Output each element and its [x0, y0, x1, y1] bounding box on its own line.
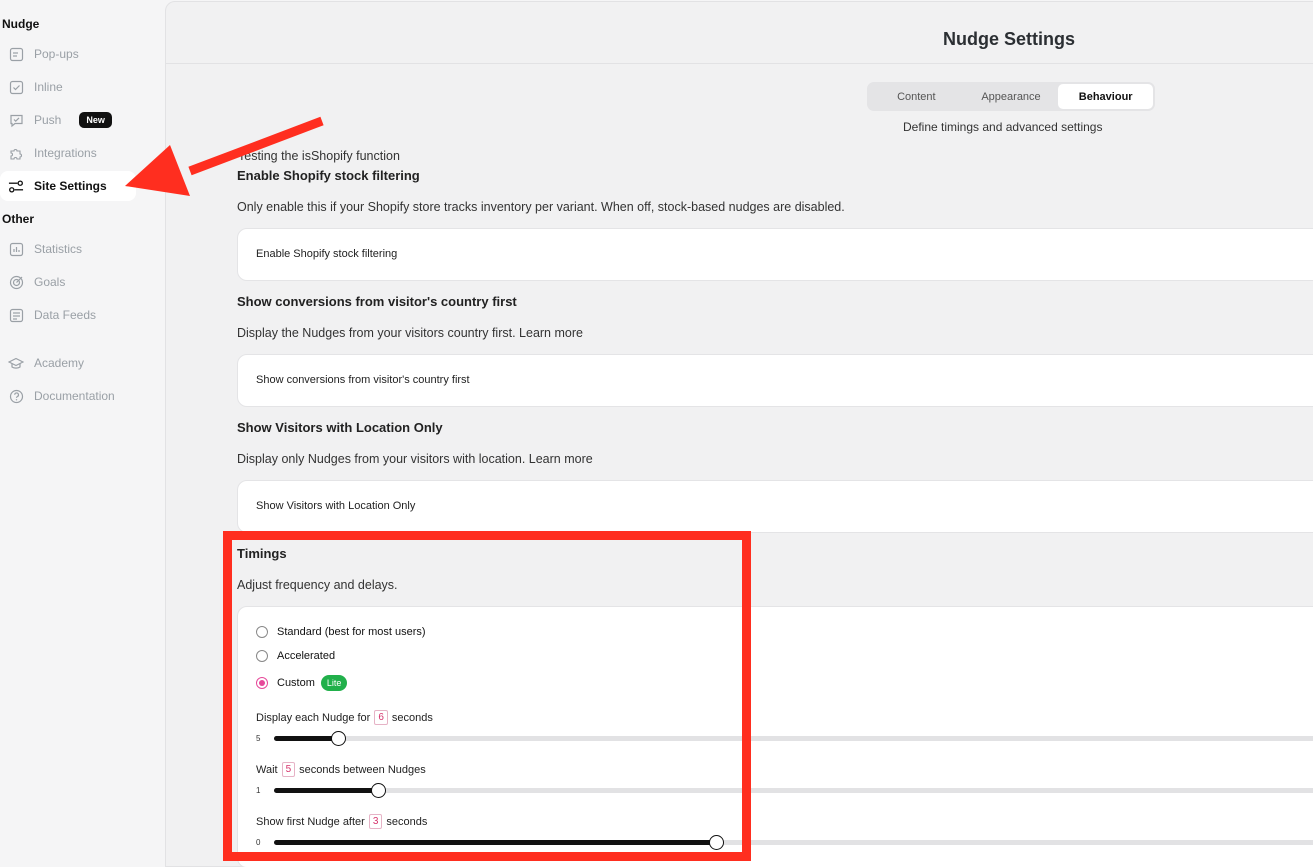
- sidebar-item-label: Documentation: [34, 389, 115, 403]
- sidebar-item-label: Integrations: [34, 146, 97, 160]
- shopify-toggle-label: Enable Shopify stock filtering: [256, 248, 398, 260]
- puzzle-icon: [8, 145, 24, 161]
- sidebar-item-label: Academy: [34, 356, 85, 370]
- data-feed-icon: [8, 307, 24, 323]
- sidebar: Nudge Pop-ups Inline Push New Integratio…: [0, 0, 142, 867]
- location-toggle-card[interactable]: Show Visitors with Location Only: [237, 480, 1313, 533]
- shopify-section-description: Only enable this if your Shopify store t…: [237, 200, 845, 214]
- location-section-description: Display only Nudges from your visitors w…: [237, 452, 593, 466]
- page-header: Nudge Settings: [166, 2, 1313, 64]
- graduation-cap-icon: [8, 355, 24, 371]
- sidebar-item-documentation[interactable]: Documentation: [0, 381, 136, 411]
- location-toggle-label: Show Visitors with Location Only: [256, 500, 416, 512]
- tab-content[interactable]: Content: [869, 84, 964, 109]
- statistics-icon: [8, 241, 24, 257]
- sidebar-item-integrations[interactable]: Integrations: [0, 138, 136, 168]
- sidebar-item-label: Goals: [34, 275, 66, 289]
- country-toggle-label: Show conversions from visitor's country …: [256, 374, 470, 386]
- tab-description: Define timings and advanced settings: [903, 120, 1103, 134]
- country-section-description: Display the Nudges from your visitors co…: [237, 326, 583, 340]
- sidebar-item-goals[interactable]: Goals: [0, 267, 136, 297]
- sidebar-section-other: Other: [2, 212, 35, 226]
- popup-icon: [8, 46, 24, 62]
- help-circle-icon: [8, 388, 24, 404]
- page-title: Nudge Settings: [943, 29, 1076, 49]
- location-section-title: Show Visitors with Location Only: [237, 420, 443, 435]
- shopify-toggle-card[interactable]: Enable Shopify stock filtering: [237, 228, 1313, 281]
- sidebar-section-nudge: Nudge: [2, 17, 40, 31]
- settings-sliders-icon: [8, 178, 24, 194]
- sidebar-item-inline[interactable]: Inline: [0, 72, 136, 102]
- tab-behaviour[interactable]: Behaviour: [1058, 84, 1154, 109]
- sidebar-item-push[interactable]: Push New: [0, 105, 136, 135]
- sidebar-item-site-settings[interactable]: Site Settings: [0, 171, 136, 201]
- country-section-title: Show conversions from visitor's country …: [237, 294, 517, 309]
- sidebar-item-data-feeds[interactable]: Data Feeds: [0, 300, 136, 330]
- new-badge: New: [79, 112, 112, 128]
- debug-text: Testing the isShopify function: [238, 149, 400, 163]
- sidebar-item-label: Statistics: [34, 242, 83, 256]
- sidebar-item-popups[interactable]: Pop-ups: [0, 39, 136, 69]
- inline-icon: [8, 79, 24, 95]
- annotation-highlight-box: [223, 531, 751, 861]
- sidebar-item-label: Site Settings: [34, 179, 107, 193]
- country-toggle-card[interactable]: Show conversions from visitor's country …: [237, 354, 1313, 407]
- sidebar-item-label: Data Feeds: [34, 308, 97, 322]
- sidebar-item-label: Push: [34, 113, 62, 127]
- push-icon: [8, 112, 24, 128]
- shopify-section-title: Enable Shopify stock filtering: [237, 168, 420, 183]
- sidebar-item-label: Pop-ups: [34, 47, 79, 61]
- tab-appearance[interactable]: Appearance: [964, 84, 1059, 109]
- settings-tabs: Content Appearance Behaviour: [867, 82, 1155, 111]
- target-icon: [8, 274, 24, 290]
- sidebar-item-statistics[interactable]: Statistics: [0, 234, 136, 264]
- sidebar-item-academy[interactable]: Academy: [0, 348, 136, 378]
- sidebar-item-label: Inline: [34, 80, 63, 94]
